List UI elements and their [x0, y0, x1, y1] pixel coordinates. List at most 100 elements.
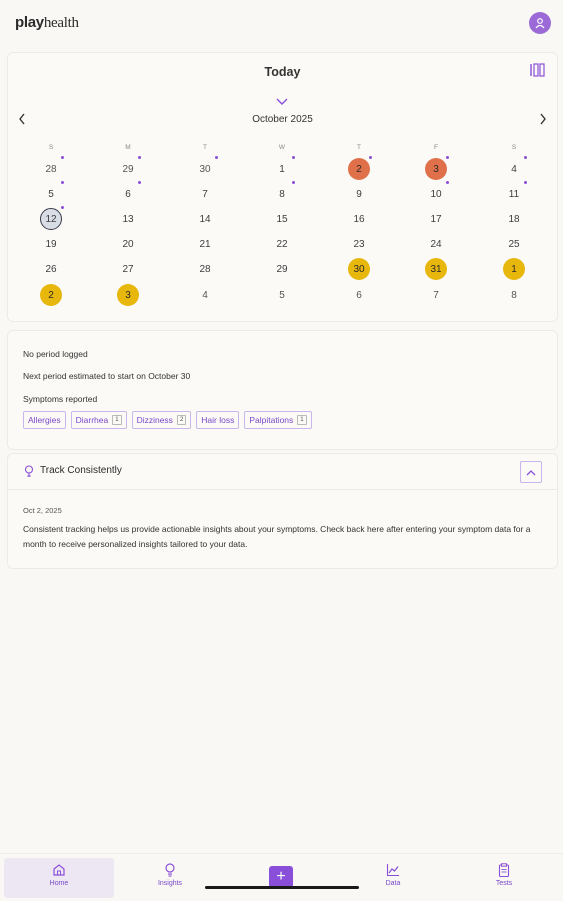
app-header: playhealth — [0, 0, 563, 46]
calendar-day[interactable]: 18 — [503, 208, 525, 230]
calendar-day[interactable]: 11 — [503, 183, 525, 205]
nav-data-label: Data — [385, 880, 401, 887]
symptom-chip-list: Allergies Diarrhea 1 Dizziness 2 Hair loss Pal… — [23, 411, 312, 429]
calendar-day[interactable]: 13 — [117, 208, 139, 230]
calendar-day[interactable]: 17 — [425, 208, 447, 230]
weekday-label: F — [434, 144, 438, 151]
symptom-chip[interactable]: Allergies — [23, 411, 66, 429]
next-month-button[interactable] — [539, 112, 547, 128]
period-status-text: No period logged — [23, 349, 88, 359]
weekday-label: M — [125, 144, 131, 151]
calendar-day[interactable]: 15 — [271, 208, 293, 230]
nav-tests[interactable]: Tests — [449, 858, 559, 898]
calendar-day[interactable]: 4 — [194, 284, 216, 306]
calendar-day[interactable]: 28 — [194, 258, 216, 280]
symptom-logged-dot — [215, 156, 218, 159]
symptom-count-badge: 1 — [112, 415, 122, 425]
lightbulb-icon — [24, 465, 34, 477]
nav-home-label: Home — [49, 880, 69, 887]
calendar-day[interactable]: 22 — [271, 233, 293, 255]
symptom-chip-label: Allergies — [28, 415, 61, 425]
layout-toggle-button[interactable] — [529, 63, 547, 82]
calendar-day[interactable]: 1 — [271, 158, 293, 180]
calendar-day[interactable]: 8 — [271, 183, 293, 205]
calendar-day[interactable]: 10 — [425, 183, 447, 205]
chevron-right-icon — [540, 113, 546, 125]
calendar-day[interactable]: 6 — [117, 183, 139, 205]
calendar-day[interactable]: 5 — [40, 183, 62, 205]
symptom-chip[interactable]: Dizziness 2 — [131, 411, 192, 429]
symptom-chip-label: Hair loss — [201, 415, 235, 425]
calendar-day[interactable]: 27 — [117, 258, 139, 280]
calendar-day-today[interactable]: 12 — [40, 208, 62, 230]
calendar-day[interactable]: 14 — [194, 208, 216, 230]
symptom-logged-dot — [61, 181, 64, 184]
calendar-day[interactable]: 30 — [194, 158, 216, 180]
calendar-day[interactable]: 20 — [117, 233, 139, 255]
expand-calendar-button[interactable] — [276, 93, 288, 111]
calendar-day[interactable]: 24 — [425, 233, 447, 255]
calendar-day-estimated[interactable]: 1 — [503, 258, 525, 280]
calendar-day-estimated[interactable]: 31 — [425, 258, 447, 280]
calendar-day-estimated[interactable]: 2 — [40, 284, 62, 306]
month-label: October 2025 — [252, 114, 313, 125]
calendar-day[interactable]: 8 — [503, 284, 525, 306]
calendar-day[interactable]: 21 — [194, 233, 216, 255]
symptom-logged-dot — [524, 181, 527, 184]
next-period-text: Next period estimated to start on Octobe… — [23, 371, 191, 381]
calendar-day[interactable]: 16 — [348, 208, 370, 230]
symptoms-reported-label: Symptoms reported — [23, 394, 98, 404]
weekday-label: T — [357, 144, 361, 151]
clipboard-icon — [498, 863, 510, 877]
nav-insights-label: Insights — [157, 880, 183, 887]
calendar-day[interactable]: 4 — [503, 158, 525, 180]
symptom-chip-label: Diarrhea — [75, 415, 109, 425]
app-logo: playhealth — [15, 14, 79, 32]
collapse-card-button[interactable] — [520, 461, 542, 483]
calendar-day[interactable]: 23 — [348, 233, 370, 255]
logo-part-play: play — [15, 14, 44, 31]
calendar-day[interactable]: 29 — [117, 158, 139, 180]
calendar-day[interactable]: 28 — [40, 158, 62, 180]
symptom-chip[interactable]: Palpitations 1 — [244, 411, 312, 429]
symptom-chip[interactable]: Diarrhea 1 — [70, 411, 127, 429]
calendar-day[interactable]: 29 — [271, 258, 293, 280]
weekday-label: S — [511, 144, 517, 151]
calendar-card: Today October 2025 SMTWTFS 28 29 30 1 2 3 4 5 6 7… — [7, 52, 558, 322]
track-card-date: Oct 2, 2025 — [23, 506, 62, 515]
calendar-day[interactable]: 7 — [194, 183, 216, 205]
nav-insights[interactable]: Insights — [115, 858, 225, 898]
nav-tests-label: Tests — [495, 880, 513, 887]
today-title[interactable]: Today — [8, 65, 557, 79]
symptom-chip-label: Dizziness — [136, 415, 173, 425]
calendar-day[interactable]: 19 — [40, 233, 62, 255]
calendar-day-period[interactable]: 2 — [348, 158, 370, 180]
calendar-day-estimated[interactable]: 30 — [348, 258, 370, 280]
symptom-logged-dot — [524, 156, 527, 159]
add-entry-button[interactable]: + — [269, 866, 293, 888]
profile-avatar-button[interactable] — [529, 12, 551, 34]
weekday-label: T — [203, 144, 207, 151]
symptom-logged-dot — [446, 181, 449, 184]
calendar-day[interactable]: 25 — [503, 233, 525, 255]
user-icon — [535, 18, 545, 29]
weekday-label: W — [278, 144, 286, 151]
nav-data[interactable]: Data — [338, 858, 448, 898]
symptom-chip-label: Palpitations — [249, 415, 294, 425]
track-card-header: Track Consistently — [8, 454, 557, 490]
calendar-day[interactable]: 9 — [348, 183, 370, 205]
logo-part-health: health — [43, 15, 79, 31]
calendar-day[interactable]: 26 — [40, 258, 62, 280]
calendar-day[interactable]: 6 — [348, 284, 370, 306]
cycle-info-card: No period logged Next period estimated t… — [7, 330, 558, 450]
lightbulb-icon — [165, 863, 175, 877]
symptom-logged-dot — [61, 156, 64, 159]
calendar-day-period[interactable]: 3 — [425, 158, 447, 180]
calendar-day[interactable]: 7 — [425, 284, 447, 306]
symptom-logged-dot — [369, 156, 372, 159]
symptom-logged-dot — [138, 181, 141, 184]
calendar-day[interactable]: 5 — [271, 284, 293, 306]
nav-home[interactable]: Home — [4, 858, 114, 898]
symptom-chip[interactable]: Hair loss — [196, 411, 240, 429]
calendar-day-estimated[interactable]: 3 — [117, 284, 139, 306]
